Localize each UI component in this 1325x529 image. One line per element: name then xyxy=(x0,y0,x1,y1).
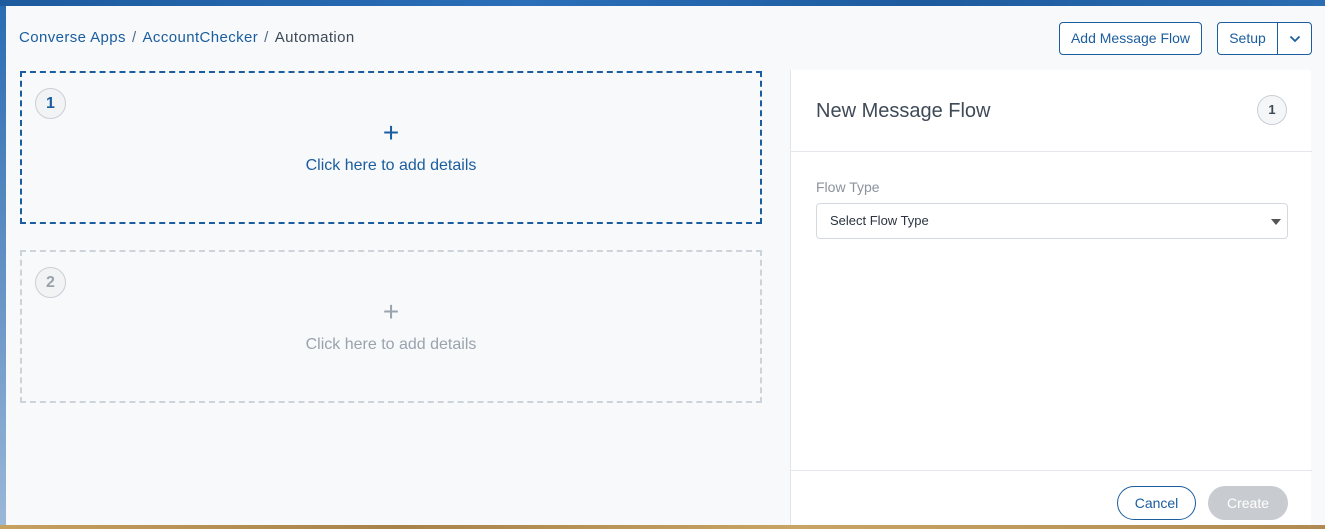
divider xyxy=(791,470,1312,471)
breadcrumb: Converse Apps / AccountChecker / Automat… xyxy=(19,29,355,46)
step-number-badge: 2 xyxy=(35,267,66,298)
add-details-link[interactable]: Click here to add details xyxy=(22,157,760,175)
add-message-flow-button[interactable]: Add Message Flow xyxy=(1059,22,1202,55)
breadcrumb-separator: / xyxy=(131,29,137,46)
divider xyxy=(791,151,1312,152)
create-button[interactable]: Create xyxy=(1208,486,1288,520)
step-card-1[interactable]: 1 + Click here to add details xyxy=(20,71,762,224)
flow-type-value: Select Flow Type xyxy=(830,213,929,228)
step-card-2[interactable]: 2 + Click here to add details xyxy=(20,250,762,403)
step-number-badge: 1 xyxy=(35,88,66,119)
flow-type-label: Flow Type xyxy=(816,179,880,195)
panel-title: New Message Flow xyxy=(816,100,991,122)
breadcrumb-separator: / xyxy=(264,29,269,46)
plus-icon: + xyxy=(382,117,400,148)
setup-button-group: Setup xyxy=(1217,22,1312,55)
breadcrumb-current-automation: Automation xyxy=(274,29,355,46)
automation-page: Converse Apps / AccountChecker / Automat… xyxy=(6,6,1325,525)
new-message-flow-panel: New Message Flow 1 Flow Type Select Flow… xyxy=(790,70,1312,525)
add-details-link[interactable]: Click here to add details xyxy=(22,336,760,354)
setup-dropdown-toggle[interactable] xyxy=(1278,23,1311,54)
setup-button[interactable]: Setup xyxy=(1218,23,1278,54)
chevron-down-icon xyxy=(1289,35,1300,42)
cancel-button[interactable]: Cancel xyxy=(1117,486,1196,520)
plus-icon: + xyxy=(382,296,400,327)
bottom-border xyxy=(0,525,1325,529)
breadcrumb-converse-apps[interactable]: Converse Apps xyxy=(19,29,126,46)
breadcrumb-accountchecker[interactable]: AccountChecker xyxy=(143,29,259,46)
step-number-badge: 1 xyxy=(1257,95,1287,125)
flow-type-select[interactable]: Select Flow Type xyxy=(816,203,1288,239)
caret-down-icon xyxy=(1271,219,1281,225)
